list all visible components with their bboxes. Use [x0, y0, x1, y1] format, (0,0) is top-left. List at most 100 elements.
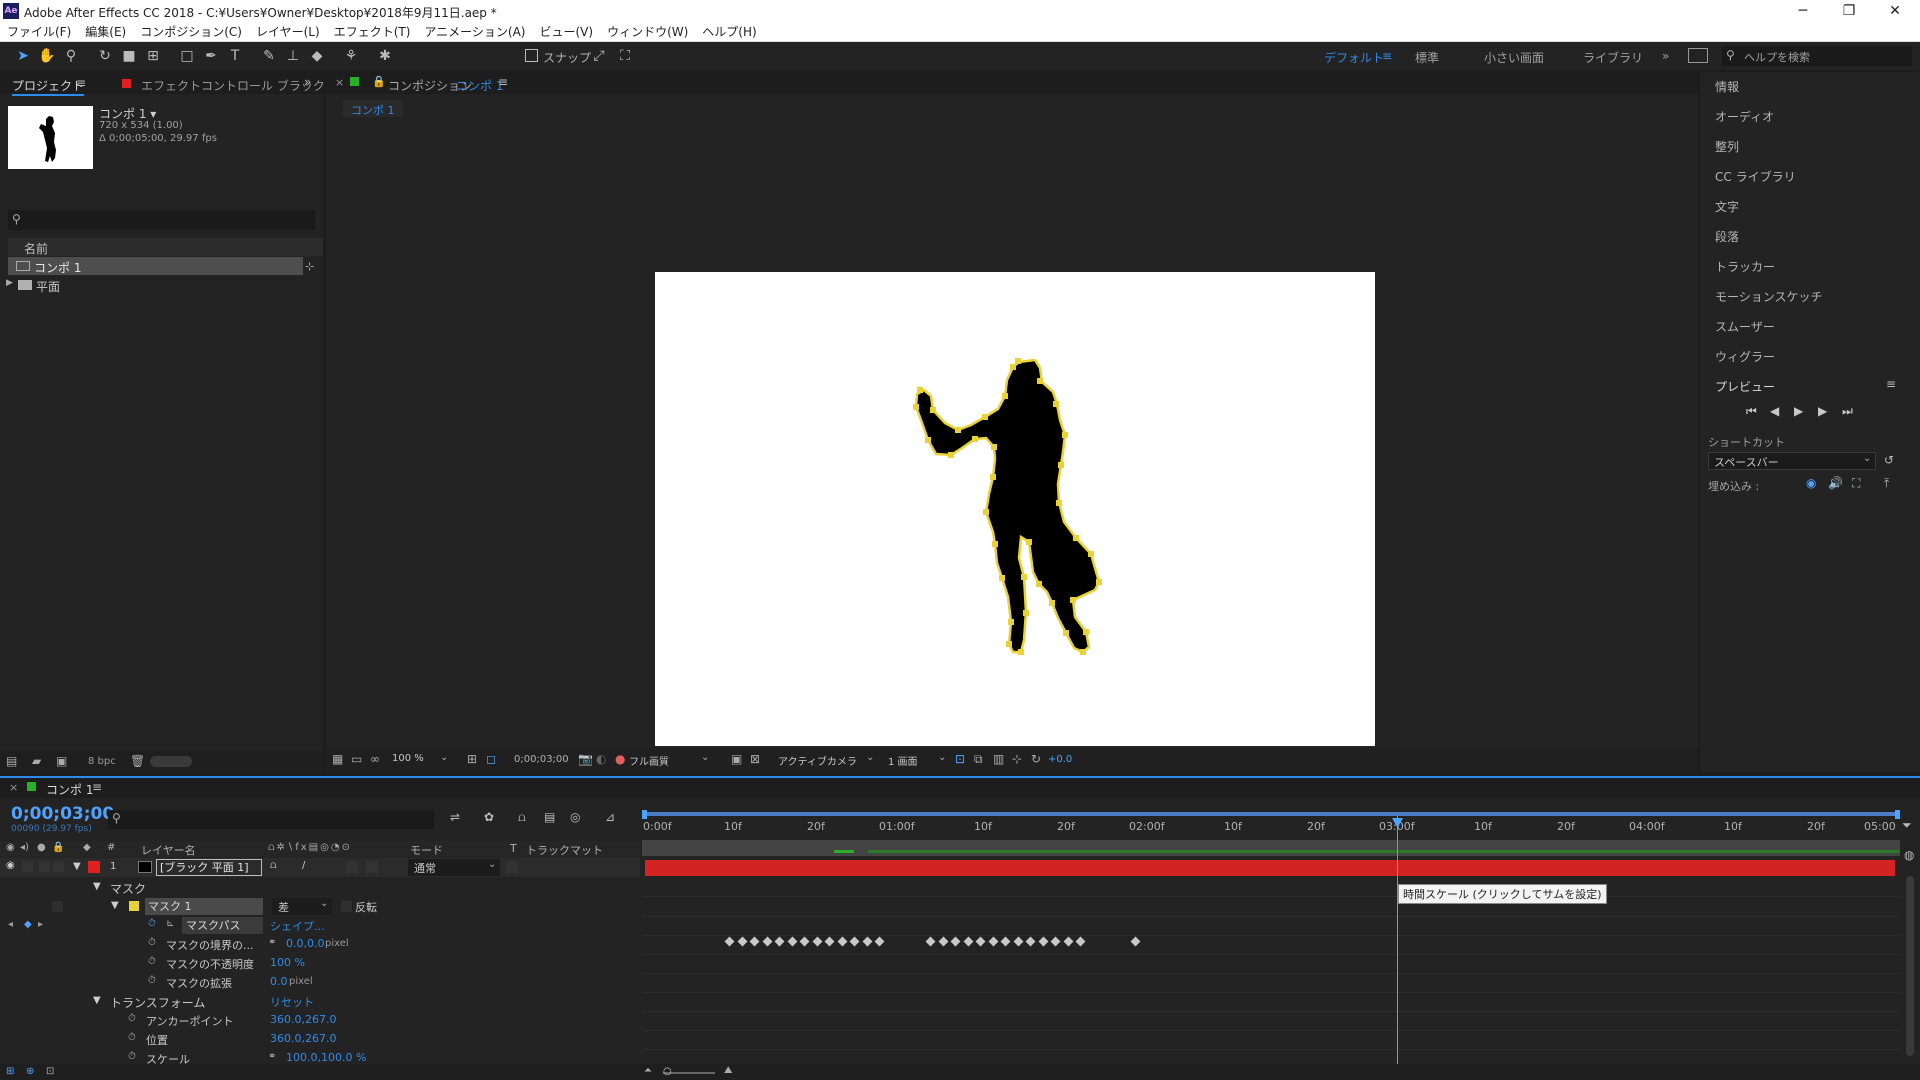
- keyframe[interactable]: [874, 936, 885, 947]
- anchor-point-value[interactable]: 360.0,267.0: [270, 1013, 336, 1026]
- transform-reset-link[interactable]: リセット: [270, 994, 314, 1010]
- constrain-link-icon[interactable]: ⚭: [268, 1051, 276, 1062]
- panel-motion-sketch[interactable]: モーションスケッチ: [1715, 288, 1823, 305]
- workspace-library[interactable]: ライブラリ: [1583, 49, 1643, 66]
- expand-triangle-icon[interactable]: ▶: [6, 278, 13, 288]
- keyframe[interactable]: [988, 936, 998, 947]
- silhouette-mask-graphic[interactable]: [655, 272, 1375, 746]
- keyframe[interactable]: [849, 936, 860, 947]
- help-search-box[interactable]: ⚲ ヘルプを検索: [1722, 46, 1912, 66]
- keyframe[interactable]: [1130, 936, 1141, 947]
- menu-help[interactable]: ヘルプ(H): [695, 22, 763, 42]
- time-graph[interactable]: 0:00f 10f 20f 01:00f 10f 20f 02:00f 10f …: [642, 806, 1900, 1064]
- keyframe[interactable]: [749, 936, 760, 947]
- mask1-name-field[interactable]: マスク 1: [145, 898, 263, 915]
- column-trackmatte[interactable]: トラックマット: [526, 842, 603, 858]
- flowchart-icon[interactable]: ⊹: [1012, 752, 1022, 766]
- menu-file[interactable]: ファイル(F): [0, 22, 78, 42]
- panel-align[interactable]: 整列: [1715, 138, 1739, 155]
- adjust-switch[interactable]: [346, 861, 358, 873]
- keyframe[interactable]: [1075, 936, 1086, 947]
- exposure-value[interactable]: +0.0: [1048, 754, 1072, 765]
- panel-menu-icon[interactable]: ≡: [92, 780, 102, 794]
- next-keyframe-icon[interactable]: ▸: [38, 919, 43, 930]
- shy-switch-icon[interactable]: ⩍: [270, 860, 277, 871]
- keyframe[interactable]: [774, 936, 785, 947]
- label-tag-icon[interactable]: ◆: [83, 842, 91, 853]
- panel-tracker[interactable]: トラッカー: [1715, 258, 1775, 275]
- brush-tool-icon[interactable]: ✎: [260, 47, 278, 65]
- previous-keyframe-icon[interactable]: ◂: [8, 919, 13, 930]
- keyframe[interactable]: [1063, 936, 1073, 947]
- lock-switch[interactable]: [53, 861, 64, 872]
- reset-icon[interactable]: ↺: [1884, 453, 1894, 467]
- mask-feather-row[interactable]: ⏱ マスクの境界の... ⚭ 0.0,0.0 pixel: [0, 935, 640, 954]
- maximize-button[interactable]: ❐: [1826, 0, 1872, 22]
- timeline-search-input[interactable]: ⚲: [108, 810, 434, 829]
- keyframe[interactable]: [938, 936, 948, 947]
- hand-tool-icon[interactable]: ✋: [38, 47, 56, 65]
- add-keyframe-icon[interactable]: ◆: [24, 919, 32, 930]
- last-frame-icon[interactable]: ⏭: [1842, 404, 1853, 419]
- mask-lock-switch[interactable]: [52, 901, 63, 912]
- monitor-icon[interactable]: ▭: [351, 752, 362, 766]
- workspace-more-button[interactable]: »: [1662, 49, 1669, 63]
- menu-animation[interactable]: アニメーション(A): [417, 22, 532, 42]
- scroll-up-icon[interactable]: ⏷: [1902, 818, 1916, 832]
- mask-path-label[interactable]: マスクパス: [182, 917, 263, 934]
- workspace-small-screen[interactable]: 小さい画面: [1484, 49, 1544, 66]
- anchor-point-row[interactable]: ⏱ アンカーポイント 360.0,267.0: [0, 1011, 640, 1030]
- workspace-default[interactable]: デフォルト: [1324, 49, 1384, 66]
- grid-icon[interactable]: ⊞: [467, 752, 477, 766]
- comp-subtab[interactable]: コンポ 1: [343, 100, 403, 117]
- stopwatch-icon[interactable]: ⏱: [128, 1032, 136, 1043]
- camera-tool-icon[interactable]: ■: [120, 47, 138, 65]
- mask-visibility-icon[interactable]: ◻: [486, 752, 496, 766]
- zoom-in-icon[interactable]: ⛰: [724, 1065, 732, 1076]
- switches-icons[interactable]: ⩍✲∖fx▤◎◔⊙: [268, 842, 352, 853]
- transparency-grid-icon[interactable]: ⊠: [750, 752, 760, 766]
- toggle-pixel-aspect-icon[interactable]: ⊡: [955, 752, 965, 766]
- keyframe[interactable]: [1050, 936, 1061, 947]
- menu-composition[interactable]: コンポジション(C): [133, 22, 249, 42]
- project-search-input[interactable]: ⚲: [8, 210, 315, 230]
- panel-character[interactable]: 文字: [1715, 198, 1739, 215]
- graph-editor-icon[interactable]: ⊿: [605, 810, 615, 824]
- close-button[interactable]: ✕: [1872, 0, 1918, 22]
- mask-path-value[interactable]: シェイプ...: [270, 918, 325, 934]
- panel-preview[interactable]: プレビュー: [1715, 378, 1775, 395]
- layer-name-field[interactable]: [ブラック 平面 1]: [156, 859, 262, 876]
- eraser-tool-icon[interactable]: ◆: [308, 47, 326, 65]
- panel-info[interactable]: 情報: [1715, 78, 1739, 95]
- rectangle-tool-icon[interactable]: □: [178, 47, 196, 65]
- pan-behind-tool-icon[interactable]: ⊞: [144, 47, 162, 65]
- fast-previews-icon[interactable]: ⧉: [974, 752, 983, 767]
- audio-switch-icon[interactable]: ◂): [20, 842, 29, 853]
- column-layer-name[interactable]: レイヤー名: [141, 842, 196, 858]
- reset-exposure-icon[interactable]: ↻: [1031, 752, 1041, 766]
- keyframe[interactable]: [963, 936, 973, 947]
- layer-label-color[interactable]: [88, 861, 100, 873]
- layer-switches-toggle-icon[interactable]: ⊞: [6, 1066, 14, 1077]
- close-tab-icon[interactable]: ×: [335, 76, 344, 89]
- timeline-timecode[interactable]: 0;00;03;00: [11, 804, 114, 824]
- stopwatch-icon[interactable]: ⏱: [148, 918, 156, 929]
- resolution-dropdown[interactable]: フル画質 ⌄: [629, 751, 713, 768]
- keyframe[interactable]: [975, 936, 986, 947]
- keyframe[interactable]: [925, 936, 936, 947]
- frame-blending-icon[interactable]: ▤: [544, 810, 555, 824]
- workspace-standard[interactable]: 標準: [1415, 49, 1439, 66]
- rotate-tool-icon[interactable]: ↻: [96, 47, 114, 65]
- mask-expansion-row[interactable]: ⏱ マスクの拡張 0.0 pixel: [0, 973, 640, 992]
- bpc-label[interactable]: 8 bpc: [88, 756, 116, 767]
- overlay-icon[interactable]: ⛶: [1852, 476, 1860, 491]
- keyframe[interactable]: [824, 936, 835, 947]
- keyframe[interactable]: [950, 936, 961, 947]
- next-frame-icon[interactable]: ▶: [1818, 404, 1827, 418]
- menu-effect[interactable]: エフェクト(T): [327, 22, 418, 42]
- clone-stamp-tool-icon[interactable]: ⊥: [284, 47, 302, 65]
- transfer-controls-toggle-icon[interactable]: ⊕: [26, 1066, 34, 1077]
- keyframe[interactable]: [1000, 936, 1011, 947]
- keyframe[interactable]: [1025, 936, 1036, 947]
- snap-checkbox[interactable]: [525, 49, 538, 62]
